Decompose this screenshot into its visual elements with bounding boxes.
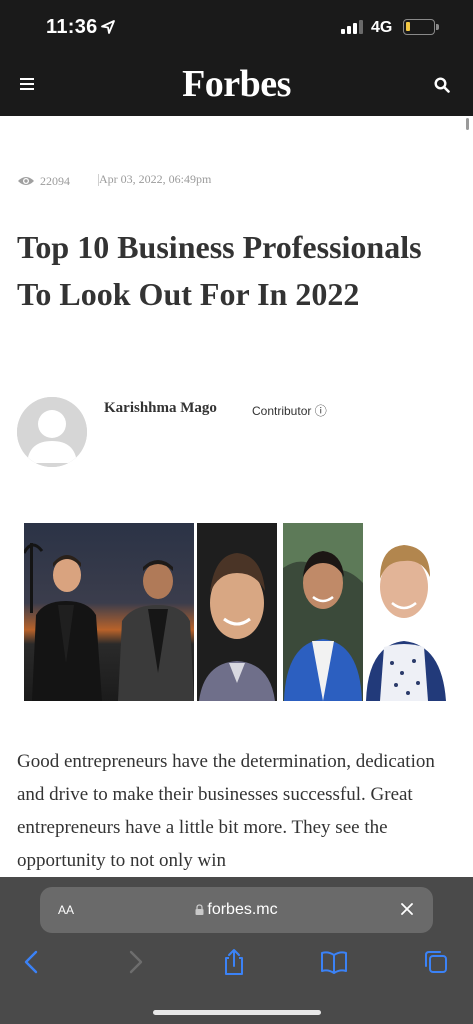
eye-icon <box>18 177 34 185</box>
author-avatar[interactable] <box>17 397 87 467</box>
hero-image <box>24 523 449 701</box>
photo-panel-3 <box>283 523 363 701</box>
site-header: Forbes <box>0 54 473 116</box>
lock-icon <box>195 904 204 915</box>
battery-icon <box>403 19 439 35</box>
forbes-logo[interactable]: Forbes <box>0 62 473 106</box>
photo-panel-4 <box>363 523 449 701</box>
forward-icon[interactable] <box>121 948 149 976</box>
network-type: 4G <box>371 19 393 36</box>
address-bar[interactable]: AA forbes.mc <box>40 887 433 933</box>
url-text: forbes.mc <box>207 901 278 918</box>
article-body: Good entrepreneurs have the determinatio… <box>17 751 435 871</box>
photo-panel-2 <box>197 523 277 701</box>
home-indicator[interactable] <box>153 1010 321 1015</box>
battery-level <box>406 22 410 31</box>
author-name[interactable]: Karishhma Mago <box>104 400 217 417</box>
back-icon[interactable] <box>18 948 46 976</box>
view-count: 22094 <box>40 174 70 188</box>
status-bar: 11:36 4G <box>0 0 473 54</box>
share-icon[interactable] <box>220 948 248 976</box>
search-icon[interactable] <box>434 77 450 93</box>
author-role[interactable]: Contributor ⓘ <box>252 402 327 419</box>
photo-panel-1 <box>24 523 194 701</box>
tabs-icon[interactable] <box>422 948 450 976</box>
status-time: 11:36 <box>46 16 98 38</box>
article-title: Top 10 Business Professionals To Look Ou… <box>17 229 422 312</box>
signal-icon <box>341 20 363 34</box>
location-arrow-icon <box>101 20 115 34</box>
browser-toolbar: AA forbes.mc <box>0 877 473 1024</box>
bookmarks-icon[interactable] <box>320 948 348 976</box>
publish-date: Apr 03, 2022, 06:49pm <box>99 172 212 186</box>
close-icon[interactable] <box>401 903 413 915</box>
url-display[interactable]: forbes.mc <box>40 901 433 919</box>
scrollbar[interactable] <box>466 118 469 130</box>
